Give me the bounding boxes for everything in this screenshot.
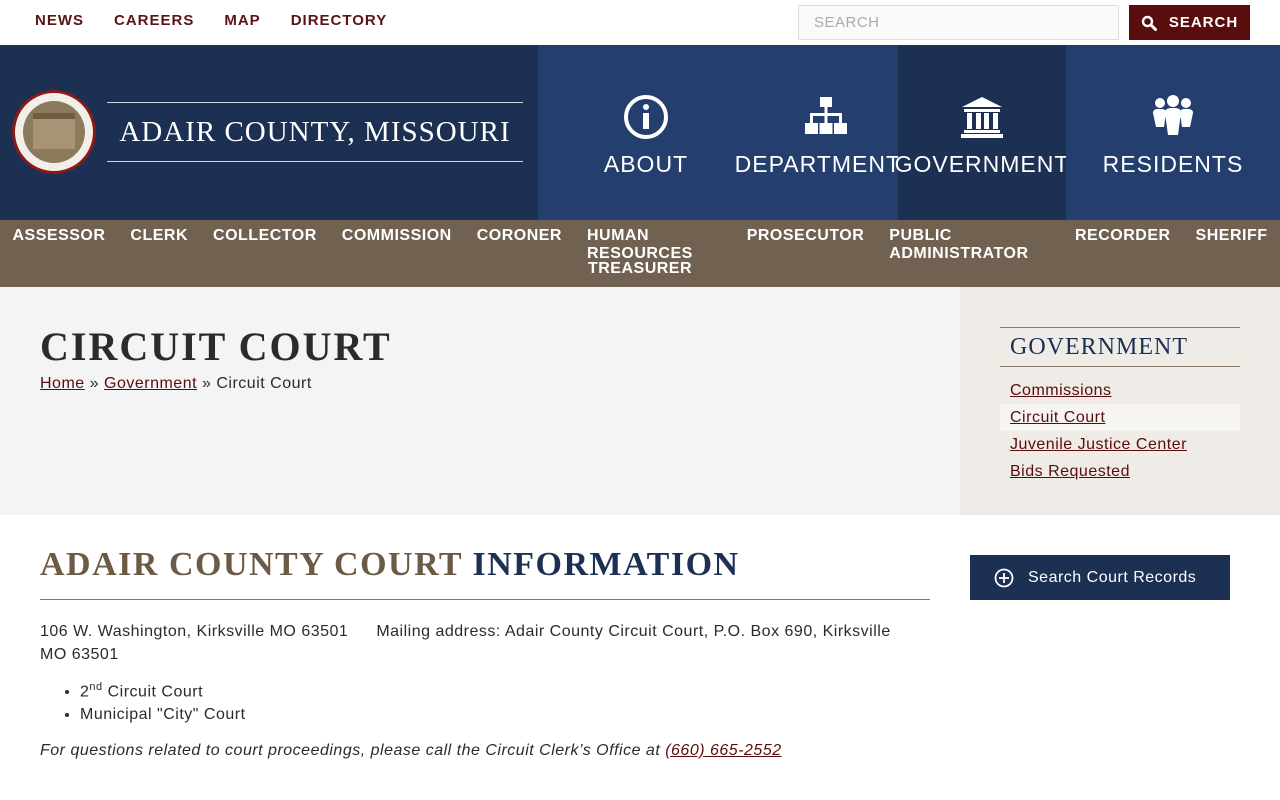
courthouse-icon bbox=[961, 97, 1003, 138]
subnav-row-1: ASSESSOR CLERK COLLECTOR COMMISSION CORO… bbox=[0, 227, 1280, 263]
seal-building bbox=[33, 113, 75, 149]
search-button-label: SEARCH bbox=[1168, 14, 1239, 31]
breadcrumb-current: Circuit Court bbox=[216, 375, 312, 392]
directory-link[interactable]: DIRECTORY bbox=[291, 12, 388, 29]
subnav-human-resources[interactable]: HUMAN RESOURCES bbox=[587, 227, 722, 263]
court-ordinal: nd bbox=[89, 681, 103, 693]
nav-departments[interactable]: DEPARTMENTS bbox=[735, 45, 916, 220]
nav-government[interactable]: GOVERNMENT bbox=[895, 45, 1068, 220]
street-address: 106 W. Washington, Kirksville MO 63501 bbox=[40, 623, 349, 640]
content-heading-part1: ADAIR COUNTY COURT bbox=[40, 546, 473, 583]
court-list: 2nd Circuit Court Municipal "City" Court bbox=[80, 676, 246, 726]
sidebar-link-circuit-court[interactable]: Circuit Court bbox=[1000, 404, 1240, 431]
site-title[interactable]: ADAIR COUNTY, MISSOURI bbox=[119, 116, 510, 149]
page-title-band: CIRCUIT COURT Home » Government » Circui… bbox=[0, 287, 960, 515]
search-icon bbox=[1141, 15, 1157, 31]
search-court-records-button[interactable]: Search Court Records bbox=[970, 555, 1230, 600]
sitemap-icon bbox=[805, 97, 847, 134]
sidebar-link-commissions[interactable]: Commissions bbox=[1000, 377, 1240, 404]
breadcrumb: Home » Government » Circuit Court bbox=[40, 375, 312, 393]
careers-link[interactable]: CAREERS bbox=[114, 12, 194, 29]
main-nav: ABOUT DEPARTMENTS GOVERNMENT RESIDENTS bbox=[538, 45, 1280, 220]
content-heading-part2: INFORMATION bbox=[472, 546, 740, 583]
search-button[interactable]: SEARCH bbox=[1129, 5, 1250, 40]
search-input[interactable] bbox=[798, 5, 1119, 40]
subnav-public-administrator[interactable]: PUBLIC ADMINISTRATOR bbox=[889, 227, 1050, 263]
subnav-coroner[interactable]: CORONER bbox=[477, 227, 562, 263]
sidebar-links: Commissions Circuit Court Juvenile Justi… bbox=[1000, 377, 1240, 485]
nav-residents[interactable]: RESIDENTS bbox=[1066, 45, 1280, 220]
subnav-assessor[interactable]: ASSESSOR bbox=[13, 227, 106, 263]
subnav-collector[interactable]: COLLECTOR bbox=[213, 227, 317, 263]
search-court-records-label: Search Court Records bbox=[1028, 568, 1197, 586]
subnav-treasurer[interactable]: TREASURER bbox=[588, 260, 692, 278]
list-item: Municipal "City" Court bbox=[80, 703, 246, 726]
department-subnav: ASSESSOR CLERK COLLECTOR COMMISSION CORO… bbox=[0, 220, 1280, 287]
people-icon bbox=[1153, 95, 1193, 135]
nav-government-label: GOVERNMENT bbox=[894, 151, 1070, 177]
contact-note: For questions related to court proceedin… bbox=[40, 742, 782, 760]
court-name: Municipal "City" Court bbox=[80, 706, 246, 724]
section-sidebar: GOVERNMENT Commissions Circuit Court Juv… bbox=[960, 287, 1280, 515]
news-link[interactable]: NEWS bbox=[35, 12, 84, 29]
page-title: CIRCUIT COURT bbox=[40, 324, 392, 369]
info-circle-icon bbox=[624, 95, 668, 139]
subnav-commission[interactable]: COMMISSION bbox=[342, 227, 452, 263]
subnav-recorder[interactable]: RECORDER bbox=[1075, 227, 1171, 263]
sidebar-heading: GOVERNMENT bbox=[1000, 327, 1240, 367]
subnav-row-2: TREASURER bbox=[0, 260, 1280, 278]
court-name: Circuit Court bbox=[102, 683, 204, 701]
nav-about[interactable]: ABOUT bbox=[538, 45, 754, 220]
nav-departments-label: DEPARTMENTS bbox=[734, 151, 918, 177]
breadcrumb-separator: » bbox=[89, 375, 100, 392]
county-seal-icon[interactable] bbox=[12, 90, 96, 174]
map-link[interactable]: MAP bbox=[224, 12, 260, 29]
breadcrumb-home[interactable]: Home bbox=[40, 375, 85, 392]
subnav-prosecutor[interactable]: PROSECUTOR bbox=[747, 227, 865, 263]
sidebar-link-bids-requested[interactable]: Bids Requested bbox=[1000, 458, 1240, 485]
site-title-frame: ADAIR COUNTY, MISSOURI bbox=[107, 102, 523, 162]
site-header: ADAIR COUNTY, MISSOURI ABOUT DEPARTMENTS… bbox=[0, 45, 1280, 220]
court-address: 106 W. Washington, Kirksville MO 63501 Ma… bbox=[40, 620, 900, 666]
breadcrumb-government[interactable]: Government bbox=[104, 375, 197, 392]
breadcrumb-separator: » bbox=[202, 375, 212, 392]
plus-circle-icon bbox=[994, 568, 1014, 587]
utility-bar: NEWS CAREERS MAP DIRECTORY SEARCH bbox=[0, 0, 1280, 45]
content-heading: ADAIR COUNTY COURT INFORMATION bbox=[40, 546, 930, 600]
subnav-clerk[interactable]: CLERK bbox=[130, 227, 188, 263]
utility-links: NEWS CAREERS MAP DIRECTORY bbox=[35, 12, 417, 29]
phone-link[interactable]: (660) 665-2552 bbox=[665, 742, 781, 759]
court-number: 2 bbox=[80, 683, 90, 701]
sidebar-link-juvenile-justice-center[interactable]: Juvenile Justice Center bbox=[1000, 431, 1240, 458]
nav-residents-label: RESIDENTS bbox=[1102, 151, 1244, 177]
contact-text: For questions related to court proceedin… bbox=[40, 742, 666, 759]
nav-about-label: ABOUT bbox=[603, 151, 689, 177]
list-item: 2nd Circuit Court bbox=[80, 676, 246, 703]
subnav-sheriff[interactable]: SHERIFF bbox=[1196, 227, 1268, 263]
